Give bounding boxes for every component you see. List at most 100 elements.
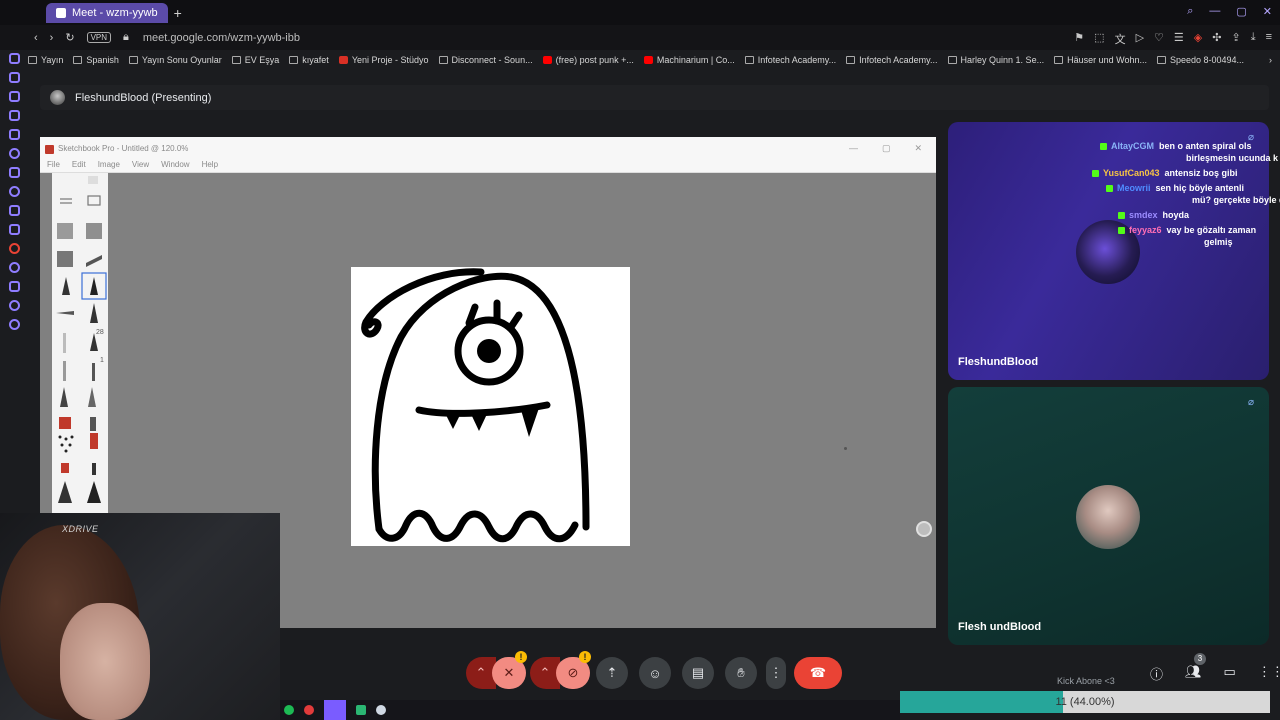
bookmark-item[interactable]: Yeni Proje - Stüdyo: [338, 55, 429, 65]
site-icon: [1054, 56, 1064, 64]
sidebar-icon-4[interactable]: [8, 110, 20, 121]
sidebar-icon-3[interactable]: [8, 91, 20, 102]
menu-icon-a[interactable]: ☰: [1174, 31, 1184, 47]
sketchbook-menu-help[interactable]: Help: [202, 160, 218, 172]
thin-pencil-tool-icon: [63, 361, 66, 381]
monster-tooth-2: [471, 414, 487, 431]
bookmark-item[interactable]: Speedo 8-00494...: [1156, 55, 1244, 65]
bookmark-item[interactable]: Disconnect - Soun...: [438, 55, 533, 65]
bookmark-icon[interactable]: ⚑: [1074, 31, 1084, 47]
raise-hand-button[interactable]: ✋︎: [725, 657, 757, 689]
extensions-icon[interactable]: ✣: [1212, 31, 1221, 47]
heart-icon[interactable]: ♡: [1154, 31, 1164, 47]
sketchbook-menu-view[interactable]: View: [132, 160, 149, 172]
sketchbook-menu-window[interactable]: Window: [161, 160, 189, 172]
bookmark-item[interactable]: Spanish: [73, 55, 119, 65]
sketchbook-menu-file[interactable]: File: [47, 160, 60, 172]
bookmark-item[interactable]: EV Eşya: [231, 55, 279, 65]
reactions-button[interactable]: ☺: [639, 657, 671, 689]
participant-1-name: FleshundBlood: [958, 356, 1039, 368]
chat-message: AltayCGM ben o anten spiral ols birleşmesi…: [1100, 140, 1280, 164]
more-options-button[interactable]: ⋮: [766, 657, 786, 689]
bookmark-item[interactable]: Machinarium | Co...: [643, 55, 735, 65]
captions-button[interactable]: ▤: [682, 657, 714, 689]
translate-icon[interactable]: 文: [1115, 31, 1126, 47]
link-icon: [438, 56, 448, 64]
bookmark-label: Infotech Academy...: [757, 55, 837, 65]
people-icon[interactable]: 👥︎: [1185, 664, 1202, 683]
sidebar-icon-9[interactable]: [8, 262, 20, 273]
drawing-canvas[interactable]: [351, 267, 630, 546]
new-tab-button[interactable]: +: [174, 5, 182, 21]
sidebar-icon-2[interactable]: [8, 72, 20, 83]
bookmark-item[interactable]: Yayın: [28, 55, 63, 65]
minimize-button[interactable]: —: [1209, 5, 1220, 18]
close-button[interactable]: ✕: [1263, 5, 1272, 18]
sidebar-icon-6[interactable]: [8, 148, 20, 159]
participant-tile-2[interactable]: ⌀ Flesh undBlood: [948, 387, 1269, 645]
settings-icon[interactable]: [8, 319, 20, 330]
share-icon[interactable]: ⇪: [1231, 31, 1240, 47]
sketchbook-puck-icon[interactable]: [916, 521, 932, 537]
mic-warning-badge: !: [515, 651, 527, 663]
bookmark-label: Spanish: [86, 55, 119, 65]
monster-wavy-bottom: [375, 509, 579, 543]
extension-red-icon[interactable]: ◈: [1194, 31, 1202, 47]
x-twitter-icon[interactable]: [8, 205, 20, 216]
chat-username: AltayCGM: [1111, 141, 1155, 151]
url-field[interactable]: meet.google.com/wzm-yywb-ibb: [143, 32, 300, 44]
activities-icon[interactable]: ⋮⋮: [1258, 664, 1280, 683]
play-icon[interactable]: ▷: [1136, 31, 1144, 47]
mic-muted-icon: ✕: [503, 665, 515, 680]
bookmark-item[interactable]: (free) post punk +...: [542, 55, 634, 65]
history-icon[interactable]: [8, 300, 20, 311]
sidebar-icon-7[interactable]: [8, 167, 20, 178]
opera-taskbar-icon[interactable]: [304, 705, 314, 715]
bookmark-item[interactable]: Harley Quinn 1. Se...: [947, 55, 1044, 65]
bookmark-item[interactable]: Infotech Academy...: [846, 55, 938, 65]
sidebar-icon-8[interactable]: [8, 186, 20, 197]
sketchbook-menu-image[interactable]: Image: [98, 160, 120, 172]
bookmarks-overflow-icon[interactable]: ›: [1269, 55, 1280, 65]
youtube-music-icon[interactable]: [8, 243, 20, 254]
sketchbook-menu-edit[interactable]: Edit: [72, 160, 86, 172]
screenshot-icon[interactable]: ⬚: [1094, 31, 1104, 47]
forward-icon[interactable]: ›: [50, 32, 54, 44]
discord-icon[interactable]: [8, 224, 20, 235]
bookmark-item[interactable]: kıyafet: [289, 55, 329, 65]
vpn-badge[interactable]: VPN: [86, 32, 112, 43]
present-screen-button[interactable]: ⇡: [596, 657, 628, 689]
chat-icon[interactable]: ▭: [1224, 664, 1236, 683]
download-icon[interactable]: ⤓: [1251, 31, 1256, 47]
brush-palette-icons: [56, 176, 107, 503]
info-icon[interactable]: ⓘ: [1150, 664, 1163, 683]
participant-2-name: Flesh undBlood: [958, 621, 1042, 633]
sketchbook-maximize-button[interactable]: ▢: [882, 143, 891, 154]
sidebar-icon-10[interactable]: [8, 281, 20, 292]
sketchbook-close-button[interactable]: ✕: [914, 143, 922, 154]
monster-pupil: [477, 339, 501, 363]
easy-setup-icon[interactable]: ≡: [1266, 31, 1272, 47]
search-icon[interactable]: ⌕: [1187, 5, 1193, 18]
eraser-tool-icon: [86, 223, 102, 239]
ink-pen-tool-icon: [86, 255, 102, 267]
active-app-icon[interactable]: [324, 700, 346, 720]
spotify-icon[interactable]: [284, 705, 294, 715]
maximize-button[interactable]: ▢: [1236, 5, 1246, 18]
bookmark-item[interactable]: Yayın Sonu Oyunlar: [128, 55, 222, 65]
back-icon[interactable]: ‹: [34, 32, 38, 44]
bookmark-item[interactable]: Häuser und Wohn...: [1054, 55, 1147, 65]
sketchbook-minimize-button[interactable]: —: [849, 143, 858, 154]
sidebar-icon-1[interactable]: [8, 53, 20, 64]
chat-app-icon[interactable]: [356, 705, 366, 715]
steam-icon[interactable]: [376, 705, 386, 715]
texture-tool-icon: [90, 417, 96, 431]
tab-meet[interactable]: Meet - wzm-yywb: [46, 2, 168, 23]
meet-favicon-icon: [56, 7, 66, 18]
leave-call-button[interactable]: ☎︎: [794, 657, 842, 689]
bookmark-item[interactable]: Infotech Academy...: [744, 55, 837, 65]
reload-icon[interactable]: ↻: [65, 31, 74, 44]
lock-icon: 🔒︎: [123, 31, 129, 43]
flat-brush-tool-icon: [88, 387, 96, 407]
sidebar-icon-5[interactable]: [8, 129, 20, 140]
